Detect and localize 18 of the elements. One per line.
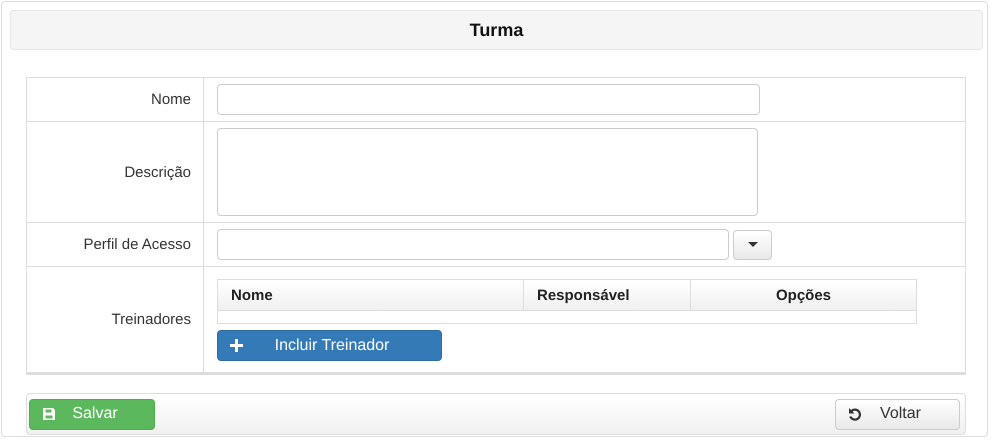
column-header: Opções	[774, 286, 832, 306]
field-label: Perfil de Acesso	[83, 236, 191, 253]
undo-icon	[848, 407, 862, 421]
save-button[interactable]: Salvar	[29, 398, 155, 430]
access-profile-field[interactable]	[217, 229, 729, 260]
field-label: Nome	[150, 91, 191, 108]
plus-icon	[230, 339, 243, 352]
column-header: Responsável	[524, 280, 691, 310]
caret-down-icon	[748, 242, 758, 247]
name-input[interactable]	[217, 84, 760, 115]
add-trainer-button[interactable]: Incluir Treinador	[217, 330, 442, 361]
dropdown-button[interactable]	[733, 230, 772, 260]
field-label: Descrição	[124, 164, 191, 180]
page-title: Turma	[470, 20, 524, 40]
description-textarea[interactable]	[217, 128, 758, 216]
back-button[interactable]: Voltar	[835, 398, 960, 430]
column-header: Nome	[218, 280, 524, 310]
field-label: Treinadores	[112, 311, 191, 328]
